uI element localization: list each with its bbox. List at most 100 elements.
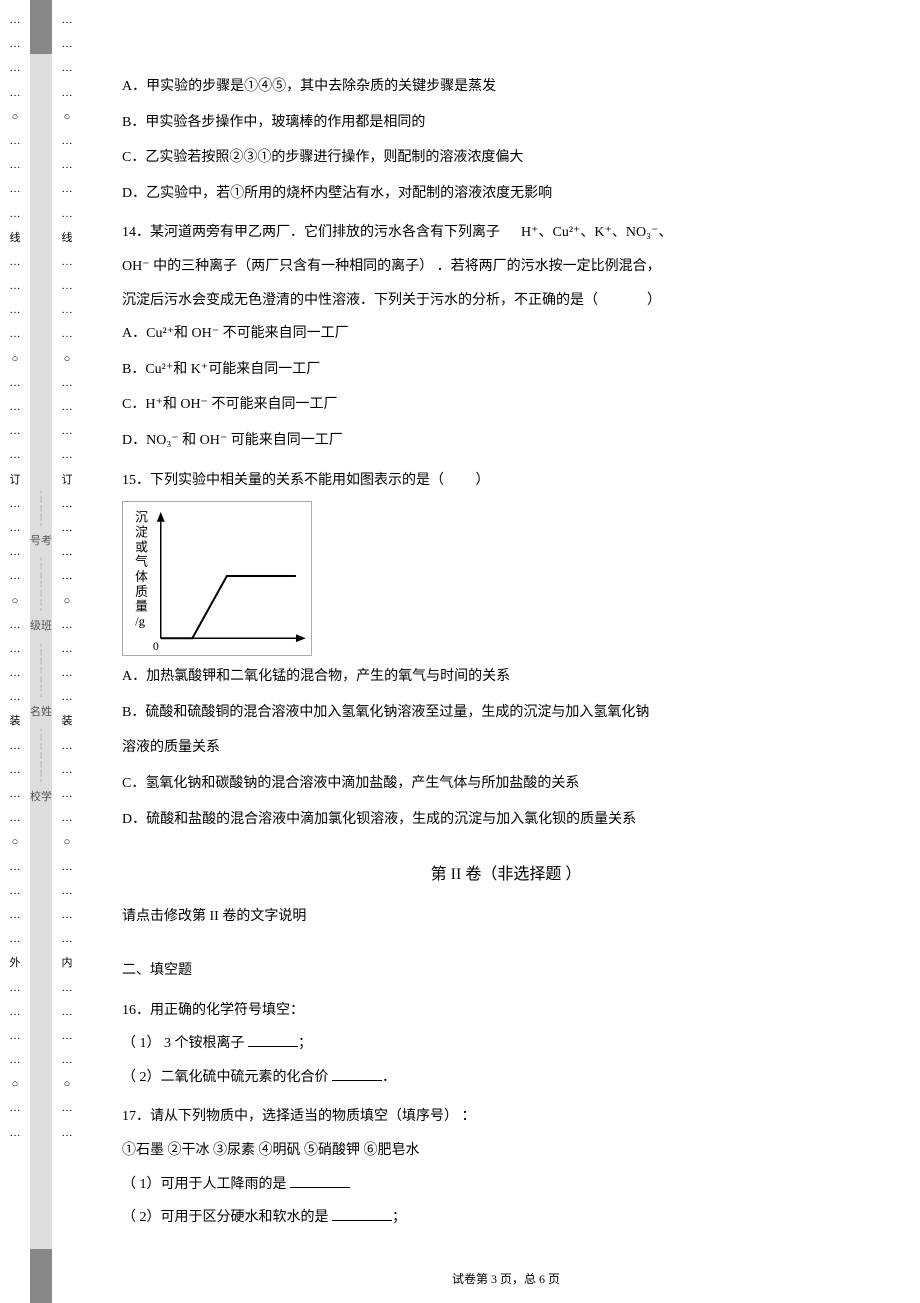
margin-mark: …: [10, 516, 21, 540]
q13-opt-a: A．甲实验的步骤是①④⑤，其中去除杂质的关键步骤是蒸发: [122, 70, 890, 104]
margin-mark: …: [10, 81, 21, 105]
chart-ylabel-1: 沉: [135, 511, 148, 525]
margin-mark: …: [10, 734, 21, 758]
margin-mark: ○: [62, 347, 73, 371]
margin-mark: ○: [62, 589, 73, 613]
label-ban: 级班: [30, 619, 52, 634]
margin-mark: …: [62, 806, 73, 830]
margin-mark: ○: [10, 1072, 21, 1096]
margin-mark: ○: [62, 1072, 73, 1096]
q15-opt-b: B．硫酸和硫酸铜的混合溶液中加入氢氧化钠溶液至过量，生成的沉淀与加入氢氧化钠: [122, 696, 890, 730]
q16-blank-1[interactable]: [248, 1033, 298, 1047]
margin-mark: …: [10, 56, 21, 80]
q14-close: ）: [647, 293, 661, 308]
q17-p2b: ；: [392, 1210, 406, 1225]
dash-sep-2: ¦¦¦¦¦¦: [40, 557, 42, 611]
margin-mark: …: [62, 1048, 73, 1072]
dash-sep-3: ¦¦¦¦¦¦: [40, 643, 42, 697]
inner-marks: …………○…………线…………○…………订…………○…………装…………○…………内…: [62, 8, 73, 1145]
q14-opt-a: A．Cu²⁺和 OH⁻ 不可能来自同一工厂: [122, 317, 890, 351]
label-xing: 名姓: [30, 705, 52, 720]
q15-close: ）: [476, 473, 490, 488]
margin-mark: ○: [10, 589, 21, 613]
q16-p1: （ 1） 3 个铵根离子 ；: [122, 1027, 890, 1061]
q13-opt-b: B．甲实验各步操作中，玻璃棒的作用都是相同的: [122, 106, 890, 140]
dark-strip-bottom: [30, 1249, 52, 1303]
chart-ylabel-2: 淀: [135, 526, 148, 540]
margin-mark: …: [62, 129, 73, 153]
margin-mark: …: [62, 202, 73, 226]
section-2-title: 第 II 卷（非选择题 ）: [122, 856, 890, 894]
label-kao-text: 号考: [30, 534, 52, 549]
dash-sep-1: ¦¦¦¦: [40, 490, 42, 526]
margin-mark: …: [10, 613, 21, 637]
label-xiao-text: 校学: [30, 790, 52, 805]
margin-mark: …: [62, 177, 73, 201]
q16-p2: （ 2）二氧化硫中硫元素的化合价 ．: [122, 1061, 890, 1095]
q16-blank-2[interactable]: [332, 1067, 382, 1081]
margin-mark: ○: [10, 830, 21, 854]
q15-chart: 沉 淀 或 气 体 质 量 /g 0: [122, 501, 312, 656]
dark-strip-top: [30, 0, 52, 54]
main-content: A．甲实验的步骤是①④⑤，其中去除杂质的关键步骤是蒸发 B．甲实验各步操作中，玻…: [82, 0, 920, 1303]
margin-mark: 装: [62, 709, 73, 733]
chart-ylabel-3: 或: [135, 540, 148, 554]
label-xiao: 校学: [30, 790, 52, 805]
label-kao: 号考: [30, 534, 52, 549]
margin-mark: …: [10, 1096, 21, 1120]
q15-stem-text: 15．下列实验中相关量的关系不能用如图表示的是（: [122, 473, 444, 488]
margin-mark: …: [62, 8, 73, 32]
margin-mark: 内: [62, 951, 73, 975]
margin-mark: ○: [10, 347, 21, 371]
margin-mark: …: [62, 153, 73, 177]
chart-ylabel-4: 气: [135, 554, 148, 569]
margin-mark: …: [62, 419, 73, 443]
q14-stem-line2: OH⁻ 中的三种离子（两厂只含有一种相同的离子） ．若将两厂的污水按一定比例混合…: [122, 250, 890, 284]
margin-mark: …: [62, 734, 73, 758]
margin-mark: …: [10, 685, 21, 709]
margin-mark: …: [10, 177, 21, 201]
x-axis-arrow: [296, 634, 306, 642]
margin-mark: …: [10, 1048, 21, 1072]
q13-opt-c: C．乙实验若按照②③①的步骤进行操作，则配制的溶液浓度偏大: [122, 141, 890, 175]
margin-mark: 订: [62, 468, 73, 492]
margin-mark: …: [62, 1024, 73, 1048]
margin-mark: ○: [62, 830, 73, 854]
margin-mark: …: [62, 758, 73, 782]
margin-mark: …: [10, 564, 21, 588]
margin-mark: …: [62, 443, 73, 467]
margin-mark: …: [10, 903, 21, 927]
margin-mark: …: [62, 685, 73, 709]
margin-mark: …: [10, 443, 21, 467]
q16-p2a: （ 2）二氧化硫中硫元素的化合价: [122, 1070, 332, 1085]
margin-mark: …: [62, 540, 73, 564]
light-strip: ¦¦¦¦ 号考 ¦¦¦¦¦¦ 级班 ¦¦¦¦¦¦ 名姓 ¦¦¦¦¦¦ 校学: [30, 54, 52, 1249]
margin-mark: …: [10, 395, 21, 419]
q15-opt-a: A．加热氯酸钾和二氧化锰的混合物，产生的氧气与时间的关系: [122, 660, 890, 694]
margin-mark: …: [10, 1024, 21, 1048]
q14-stem-line3: 沉淀后污水会变成无色澄清的中性溶液．下列关于污水的分析，不正确的是（ ）: [122, 284, 890, 318]
outer-marks: …………○…………线…………○…………订…………○…………装…………○…………外…: [10, 8, 21, 1145]
q16-p2b: ．: [382, 1070, 396, 1085]
q17-blank-2[interactable]: [332, 1207, 392, 1221]
q17-p1a: （ 1）可用于人工降雨的是: [122, 1177, 290, 1192]
margin-mark: …: [62, 1121, 73, 1145]
margin-mark: 装: [10, 709, 21, 733]
margin-mark: …: [10, 540, 21, 564]
q17-blank-1[interactable]: [290, 1174, 350, 1188]
margin-mark: …: [62, 637, 73, 661]
margin-mark: …: [10, 298, 21, 322]
outer-margin-column: …………○…………线…………○…………订…………○…………装…………○…………外…: [0, 0, 30, 1303]
q14-stem-c: 沉淀后污水会变成无色澄清的中性溶液．下列关于污水的分析，不正确的是（: [122, 293, 598, 308]
margin-mark: …: [62, 903, 73, 927]
q13-opt-d: D．乙实验中，若①所用的烧杯内壁沾有水，对配制的溶液浓度无影响: [122, 177, 890, 211]
margin-mark: …: [62, 1000, 73, 1024]
margin-mark: …: [62, 32, 73, 56]
margin-mark: …: [10, 637, 21, 661]
chart-ylabel-7: 量: [135, 600, 148, 614]
margin-mark: …: [10, 202, 21, 226]
label-xing-text: 名姓: [30, 705, 52, 720]
dash-sep-4: ¦¦¦¦¦¦: [40, 728, 42, 782]
inner-margin-column: …………○…………线…………○…………订…………○…………装…………○…………内…: [52, 0, 82, 1303]
y-axis-arrow: [157, 512, 165, 522]
